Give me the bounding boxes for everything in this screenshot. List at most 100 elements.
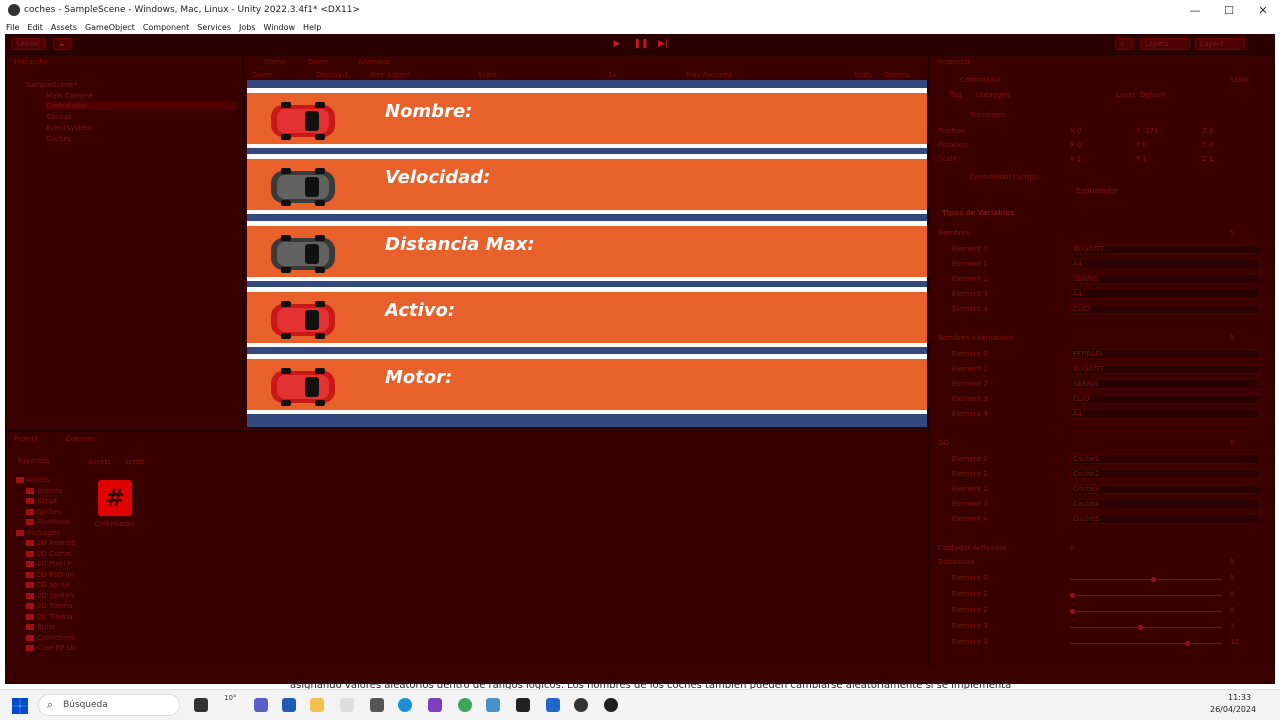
alt-names-list[interactable]: Nombres Alternativos xyxy=(938,334,1014,342)
element-field[interactable]: A4 xyxy=(1070,259,1260,269)
clock-time[interactable]: 11:33 xyxy=(1228,693,1251,702)
element-field[interactable]: A4 xyxy=(1070,409,1260,419)
element-field[interactable]: Coche4 xyxy=(1070,499,1260,509)
project-tree-item[interactable]: 2D SpriteS xyxy=(26,592,74,600)
element-field[interactable]: A4 xyxy=(1070,289,1260,299)
hierarchy-item[interactable]: Canvas xyxy=(46,113,72,121)
menu-assets[interactable]: Assets xyxy=(51,23,77,32)
project-tree-item[interactable]: Packages xyxy=(16,529,60,537)
distance-slider[interactable] xyxy=(1070,609,1222,614)
nombres-list[interactable]: Nombres xyxy=(938,229,969,237)
element-field[interactable]: Coche1 xyxy=(1070,454,1260,464)
close-button[interactable]: ✕ xyxy=(1246,0,1280,20)
inspector-tab[interactable]: Inspector xyxy=(934,55,975,68)
project-tree-item[interactable]: TextMesh xyxy=(26,518,70,526)
project-tree-item[interactable]: Collections xyxy=(26,634,75,642)
alt-names-list-count[interactable]: 5 xyxy=(1230,334,1234,342)
breadcrumb-assets[interactable]: Assets xyxy=(88,458,111,466)
menu-window[interactable]: Window xyxy=(264,23,296,32)
maximize-button[interactable]: ☐ xyxy=(1212,0,1246,20)
task-view-icon[interactable] xyxy=(194,698,208,712)
slider-value[interactable]: 5 xyxy=(1230,574,1234,582)
project-tree-item[interactable]: 2D Pixel P xyxy=(26,560,72,568)
project-tree-item[interactable]: Burst xyxy=(26,623,56,631)
project-tree-item[interactable]: 2D Animati xyxy=(26,539,76,547)
contador-value[interactable]: 0 xyxy=(1070,544,1074,552)
edge-icon[interactable] xyxy=(398,698,412,712)
pause-button[interactable]: ❚❚ xyxy=(633,38,649,50)
script-component-header[interactable]: Controlador (Script) xyxy=(970,173,1039,181)
media-player-icon[interactable] xyxy=(604,698,618,712)
tab-project[interactable]: Project xyxy=(10,432,42,445)
element-field[interactable]: Coche5 xyxy=(1070,514,1260,524)
hierarchy-item-selected[interactable]: Controlador xyxy=(46,102,236,110)
element-field[interactable]: SERRIS xyxy=(1070,274,1260,284)
script-file-name[interactable]: Controlador xyxy=(94,520,135,528)
rot-z[interactable]: Z 0 xyxy=(1202,141,1213,149)
account-button[interactable]: Sesión xyxy=(11,38,45,50)
project-tree-item[interactable]: Script xyxy=(26,497,57,505)
cloud-icon[interactable]: ☁ xyxy=(53,38,71,50)
scale-y[interactable]: Y 1 xyxy=(1136,155,1147,163)
tab-scene[interactable]: Scene xyxy=(260,55,289,68)
element-field[interactable]: BUGATTI xyxy=(1070,244,1260,254)
project-tree-item[interactable]: 2D Sprite xyxy=(26,581,70,589)
project-tree-item[interactable]: 2D Comm xyxy=(26,550,72,558)
visual-studio-icon[interactable] xyxy=(428,698,442,712)
layers-dropdown[interactable]: Layers xyxy=(1140,38,1190,50)
slider-knob[interactable] xyxy=(1185,641,1191,646)
windows-start-icon[interactable] xyxy=(12,698,28,714)
file-explorer-icon[interactable] xyxy=(310,698,324,712)
distance-slider[interactable] xyxy=(1070,641,1222,646)
distance-slider[interactable] xyxy=(1070,577,1222,582)
project-tree-item[interactable]: Sprites xyxy=(26,508,61,516)
play-button[interactable]: ▶ xyxy=(609,38,625,50)
transform-header[interactable]: Transform xyxy=(970,111,1005,119)
image-app-icon[interactable] xyxy=(486,698,500,712)
hierarchy-item[interactable]: EventSystem xyxy=(46,124,92,132)
project-tree-item[interactable]: 2D Tilema xyxy=(26,602,72,610)
app-icon[interactable] xyxy=(340,698,354,712)
distance-slider[interactable] xyxy=(1070,625,1222,630)
element-field[interactable]: Coche3 xyxy=(1070,484,1260,494)
menu-file[interactable]: File xyxy=(6,23,19,32)
tab-game[interactable]: Game xyxy=(304,55,333,68)
element-field[interactable]: BUGATTI xyxy=(1070,364,1260,374)
breadcrumb-script[interactable]: Script xyxy=(124,458,144,466)
element-field[interactable]: FERRARI xyxy=(1070,349,1260,359)
teams-icon[interactable] xyxy=(254,698,268,712)
project-tree-item[interactable]: Assets xyxy=(16,476,50,484)
slider-value[interactable]: 12 xyxy=(1230,638,1239,646)
pos-x[interactable]: X 0 xyxy=(1070,127,1081,135)
store-icon[interactable] xyxy=(282,698,296,712)
tab-animator[interactable]: Animator xyxy=(354,55,394,68)
static-toggle[interactable]: Static xyxy=(1230,76,1250,84)
slider-value[interactable]: 0 xyxy=(1230,606,1234,614)
step-button[interactable]: ▶| xyxy=(655,38,671,50)
scale-x[interactable]: X 1 xyxy=(1070,155,1081,163)
layer-dropdown[interactable]: Default xyxy=(1140,91,1166,99)
script-file-icon[interactable]: # xyxy=(98,480,132,516)
recorder-icon[interactable] xyxy=(574,698,588,712)
slider-knob[interactable] xyxy=(1151,577,1157,582)
project-tree-item[interactable]: Core RP Lib xyxy=(26,644,77,652)
hierarchy-item[interactable]: Main Camera xyxy=(46,92,92,100)
element-field[interactable]: Coche2 xyxy=(1070,469,1260,479)
tab-console[interactable]: Console xyxy=(62,432,98,445)
menu-services[interactable]: Services xyxy=(197,23,231,32)
rot-y[interactable]: Y 0 xyxy=(1136,141,1147,149)
pos-y[interactable]: Y -373 xyxy=(1136,127,1158,135)
slider-value[interactable]: 0 xyxy=(1230,590,1234,598)
project-tree-item[interactable]: 2D Tilema xyxy=(26,613,72,621)
project-tree-item[interactable]: 2D PSD Im xyxy=(26,571,74,579)
hierarchy-item[interactable]: Coches xyxy=(46,135,71,143)
menu-component[interactable]: Component xyxy=(143,23,189,32)
element-field[interactable]: CLIO xyxy=(1070,304,1260,314)
menu-help[interactable]: Help xyxy=(303,23,321,32)
scale-z[interactable]: Z 1 xyxy=(1202,155,1213,163)
layout-dropdown[interactable]: Layout xyxy=(1195,38,1245,50)
nombres-list-count[interactable]: 5 xyxy=(1230,229,1234,237)
slider-knob[interactable] xyxy=(1070,593,1075,598)
go-list-count[interactable]: 5 xyxy=(1230,439,1234,447)
slider-knob[interactable] xyxy=(1138,625,1144,630)
